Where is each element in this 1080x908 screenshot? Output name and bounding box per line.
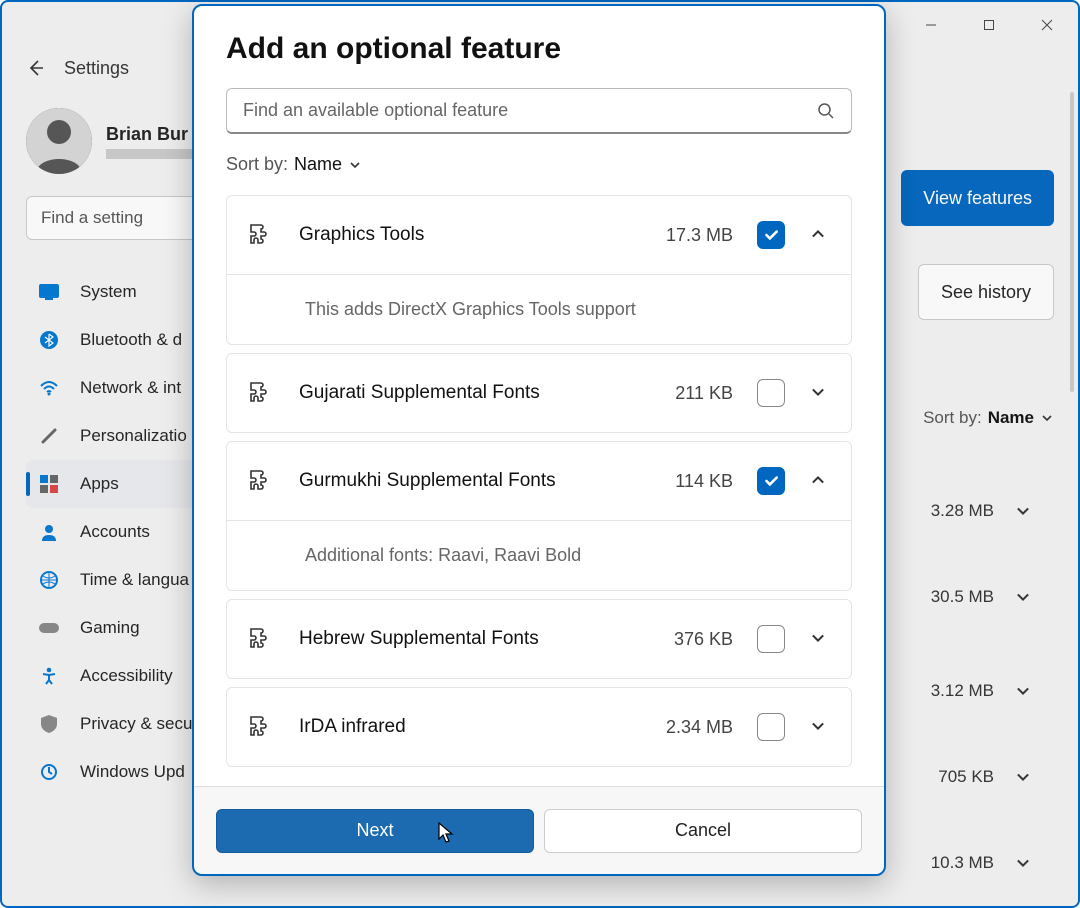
main-sort-by[interactable]: Sort by: Name (923, 408, 1054, 428)
feature-row[interactable]: IrDA infrared 2.34 MB (227, 688, 851, 766)
feature-checkbox[interactable] (757, 379, 785, 407)
feature-description: This adds DirectX Graphics Tools support (227, 274, 851, 344)
chevron-down-icon (1014, 502, 1032, 520)
feature-item: Hebrew Supplemental Fonts 376 KB (226, 599, 852, 679)
feature-size: 2.34 MB (666, 717, 733, 738)
feature-description: Additional fonts: Raavi, Raavi Bold (227, 520, 851, 590)
feature-size: 17.3 MB (666, 225, 733, 246)
dialog-sort-by[interactable]: Sort by: Name (226, 154, 852, 175)
chevron-down-icon[interactable] (809, 629, 829, 649)
chevron-down-icon[interactable] (809, 383, 829, 403)
feature-name: IrDA infrared (299, 716, 642, 738)
feature-list: Graphics Tools 17.3 MB This adds DirectX G… (226, 195, 852, 786)
puzzle-icon (249, 714, 275, 740)
view-features-button[interactable]: View features (901, 170, 1054, 226)
wifi-icon (38, 377, 60, 399)
scrollbar[interactable] (1070, 92, 1074, 392)
feature-item: IrDA infrared 2.34 MB (226, 687, 852, 767)
close-button[interactable] (1018, 5, 1076, 45)
feature-checkbox[interactable] (757, 467, 785, 495)
gamepad-icon (38, 617, 60, 639)
maximize-button[interactable] (960, 5, 1018, 45)
add-optional-feature-dialog: Add an optional feature Find an availabl… (192, 4, 886, 876)
feature-size: 376 KB (674, 629, 733, 650)
chevron-down-icon (1014, 682, 1032, 700)
update-icon (38, 761, 60, 783)
apps-icon (38, 473, 60, 495)
feature-row[interactable]: Graphics Tools 17.3 MB (227, 196, 851, 274)
feature-name: Gujarati Supplemental Fonts (299, 382, 651, 404)
mouse-cursor (438, 822, 456, 846)
chevron-down-icon (1014, 854, 1032, 872)
back-button[interactable] (26, 58, 46, 78)
see-history-button[interactable]: See history (918, 264, 1054, 320)
installed-feature-row[interactable]: 10.3 MB (894, 826, 1054, 900)
feature-item: Graphics Tools 17.3 MB This adds DirectX G… (226, 195, 852, 345)
installed-feature-row[interactable]: 30.5 MB (894, 560, 1054, 634)
display-icon (38, 281, 60, 303)
bluetooth-icon (38, 329, 60, 351)
globe-icon (38, 569, 60, 591)
minimize-button[interactable] (902, 5, 960, 45)
brush-icon (38, 425, 60, 447)
feature-size: 114 KB (675, 471, 733, 492)
shield-icon (38, 713, 60, 735)
search-placeholder: Find an available optional feature (243, 100, 817, 121)
dialog-footer: Next Cancel (194, 786, 884, 874)
feature-item: Gurmukhi Supplemental Fonts 114 KB Additio… (226, 441, 852, 591)
feature-size: 211 KB (675, 383, 733, 404)
chevron-down-icon (1014, 588, 1032, 606)
feature-name: Gurmukhi Supplemental Fonts (299, 470, 651, 492)
feature-search-input[interactable]: Find an available optional feature (226, 88, 852, 134)
feature-checkbox[interactable] (757, 713, 785, 741)
chevron-down-icon (1014, 768, 1032, 786)
installed-feature-row[interactable]: 3.12 MB (894, 654, 1054, 728)
find-setting-placeholder: Find a setting (41, 208, 143, 228)
feature-row[interactable]: Gujarati Supplemental Fonts 211 KB (227, 354, 851, 432)
dialog-title: Add an optional feature (226, 32, 852, 66)
page-title: Settings (64, 58, 129, 79)
cancel-button[interactable]: Cancel (544, 809, 862, 853)
person-icon (38, 521, 60, 543)
puzzle-icon (249, 222, 275, 248)
feature-row[interactable]: Hebrew Supplemental Fonts 376 KB (227, 600, 851, 678)
installed-feature-row[interactable]: 705 KB (894, 740, 1054, 814)
feature-name: Graphics Tools (299, 224, 642, 246)
feature-name: Hebrew Supplemental Fonts (299, 628, 650, 650)
search-icon (817, 102, 835, 120)
feature-item: Gujarati Supplemental Fonts 211 KB (226, 353, 852, 433)
chevron-down-icon (1040, 411, 1054, 425)
user-email (106, 149, 196, 159)
feature-checkbox[interactable] (757, 221, 785, 249)
chevron-up-icon[interactable] (809, 471, 829, 491)
puzzle-icon (249, 468, 275, 494)
puzzle-icon (249, 380, 275, 406)
installed-feature-row[interactable]: 3.28 MB (894, 474, 1054, 548)
user-name: Brian Bur (106, 124, 196, 145)
next-button[interactable]: Next (216, 809, 534, 853)
puzzle-icon (249, 626, 275, 652)
feature-checkbox[interactable] (757, 625, 785, 653)
chevron-up-icon[interactable] (809, 225, 829, 245)
chevron-down-icon (348, 158, 362, 172)
avatar (26, 108, 92, 174)
accessibility-icon (38, 665, 60, 687)
chevron-down-icon[interactable] (809, 717, 829, 737)
feature-row[interactable]: Gurmukhi Supplemental Fonts 114 KB (227, 442, 851, 520)
